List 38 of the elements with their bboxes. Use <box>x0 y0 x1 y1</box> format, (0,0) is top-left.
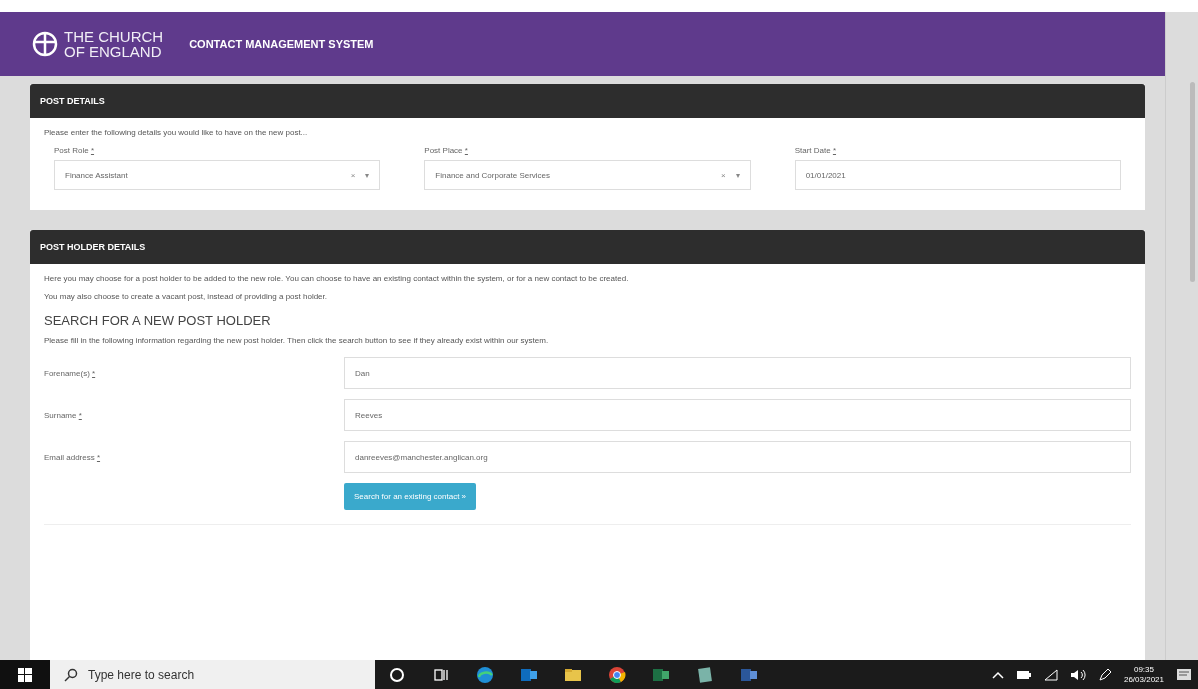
search-icon <box>64 667 78 682</box>
intro-text: Please enter the following details you would like to have on the new post... <box>44 128 309 137</box>
input-field[interactable]: danreeves@manchester.anglican.org <box>344 441 1131 473</box>
field-label: Post Role * <box>54 146 96 155</box>
field-label: Email address * <box>44 452 101 462</box>
field-label: Forename(s) * <box>44 368 96 378</box>
chevron-up-icon[interactable] <box>991 669 1004 680</box>
pen-icon[interactable] <box>1097 667 1112 682</box>
logo-text: THE CHURCH <box>64 29 164 44</box>
section-header: POST HOLDER DETAILS <box>30 230 1145 264</box>
logo-text: OF ENGLAND <box>64 44 163 59</box>
field-label: Start Date * <box>794 146 838 155</box>
select-field[interactable]: Finance Assistant × ▾ <box>54 160 381 190</box>
field-label: Post Place * <box>424 146 469 155</box>
app-title: CONTACT MANAGEMENT SYSTEM <box>189 38 374 50</box>
input-field[interactable]: Reeves <box>344 399 1131 431</box>
notes-app-icon[interactable] <box>696 665 714 684</box>
speaker-icon[interactable] <box>1069 668 1086 681</box>
notification-icon[interactable] <box>1176 666 1192 683</box>
input-field[interactable]: Dan <box>344 357 1131 389</box>
battery-icon[interactable] <box>1015 669 1032 680</box>
section-heading: SEARCH FOR A NEW POST HOLDER <box>44 313 272 328</box>
circle-icon[interactable] <box>388 665 406 684</box>
info-text: Here you may choose for a post holder to be added to the new role. You can choose to have an existing contact within the system, or for a new contact to be created. <box>44 274 630 283</box>
scrollbar-thumb[interactable] <box>1190 82 1195 282</box>
info-text: Please fill in the following information regarding the new post holder. Then click the search button to see if they already exist within our system. <box>44 336 550 345</box>
section-header: POST DETAILS <box>30 84 1145 118</box>
date-field[interactable]: 01/01/2021 <box>794 160 1121 190</box>
field-label: Surname * <box>44 410 82 420</box>
cross-in-circle-icon <box>32 31 58 57</box>
windows-start-icon[interactable] <box>18 667 32 682</box>
clock[interactable]: 09:35 26/03/2021 <box>1123 664 1164 685</box>
search-field[interactable]: Type here to search <box>50 660 375 689</box>
network-icon[interactable] <box>1043 668 1058 681</box>
chrome-icon[interactable] <box>608 665 626 684</box>
browser-icon[interactable] <box>476 665 494 684</box>
info-text: You may also choose to create a vacant post, instead of providing a post holder. <box>44 292 328 301</box>
select-field[interactable]: Finance and Corporate Services × ▾ <box>424 160 751 190</box>
